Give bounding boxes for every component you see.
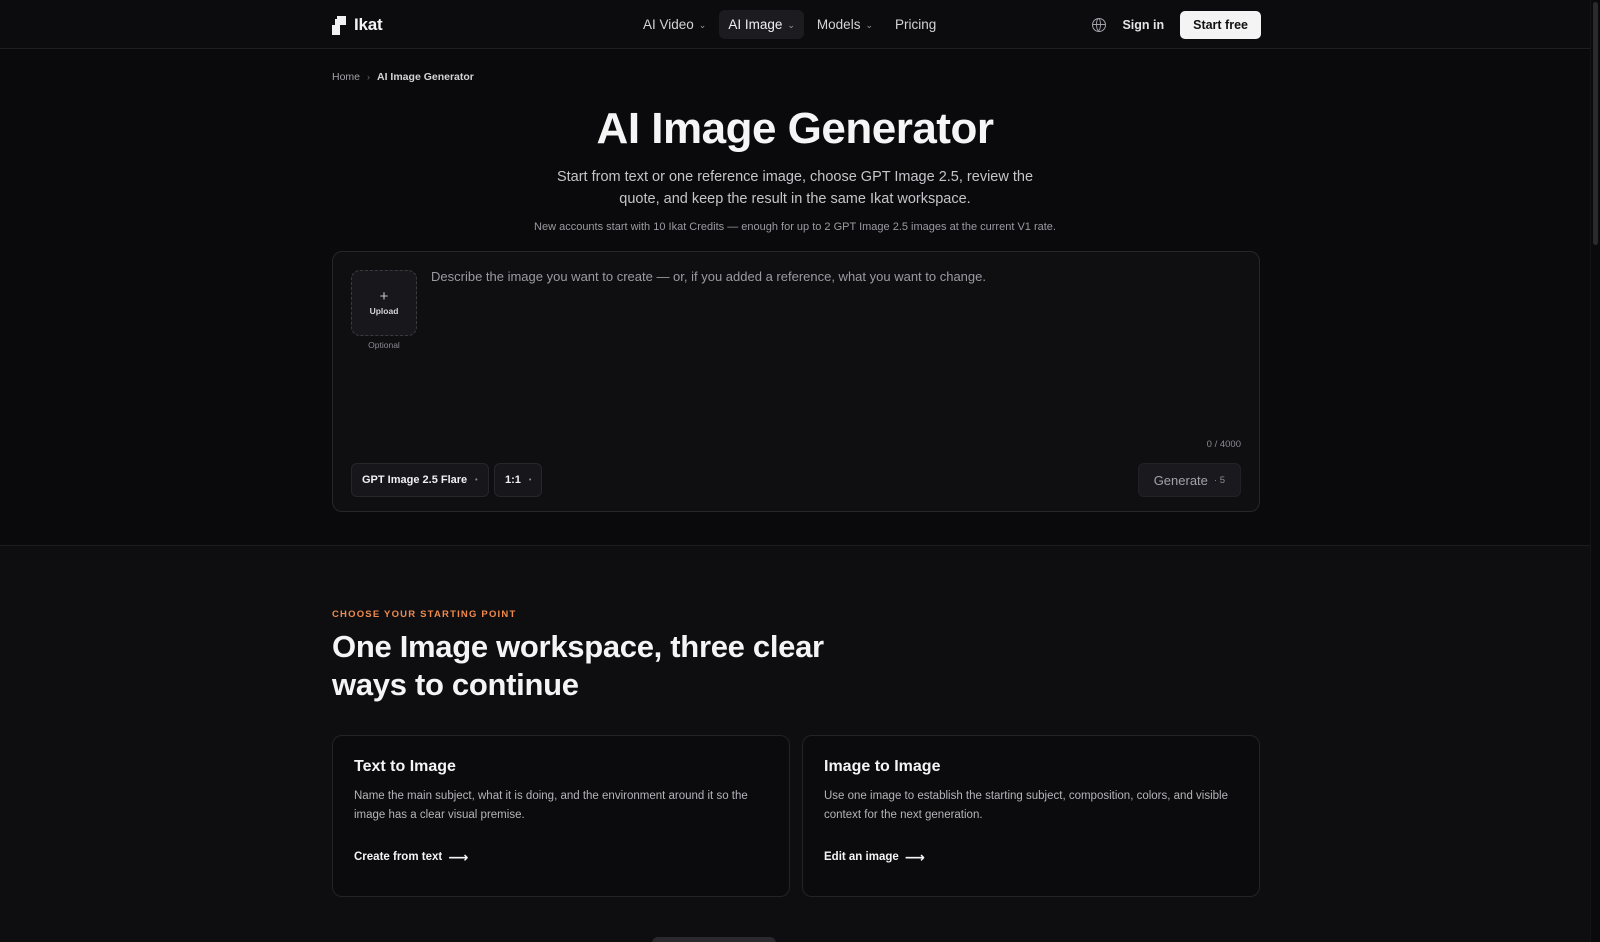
section-eyebrow: CHOOSE YOUR STARTING POINT [332,609,517,620]
generate-cost-value: 5 [1219,474,1225,486]
aspect-ratio-select[interactable]: 1:1 • [494,463,543,497]
page-scrollbar[interactable] [1590,0,1600,942]
starting-point-section [0,546,1590,942]
logo-text: Ikat [354,15,383,34]
scrollbar-thumb[interactable] [1593,2,1598,245]
chevron-down-icon: ⌄ [698,20,707,30]
character-counter: 0 / 4000 [1206,439,1241,450]
card-image-to-image[interactable]: Image to Image Use one image to establis… [802,735,1260,897]
nav-ai-video[interactable]: AI Video ⌄ [634,10,715,39]
card-body: Name the main subject, what it is doing,… [354,790,748,821]
generate-cost: · 5 [1213,474,1225,486]
nav-pricing[interactable]: Pricing [886,10,945,39]
create-from-text-link[interactable]: Create from text ⟶ [354,849,469,865]
hero-subtitle: Start from text or one reference image, … [556,169,1034,207]
nav-ai-video-label: AI Video [643,17,694,32]
section-title: One Image workspace, three clear ways to… [332,629,824,702]
top-nav-bar: Ikat AI Video ⌄ AI Image ⌄ Models ⌄ Pric… [0,0,1590,49]
nav-ai-image-label: AI Image [728,17,783,32]
nav-pricing-label: Pricing [895,17,937,32]
chevron-right-icon: › [367,72,371,82]
nav-ai-image[interactable]: AI Image ⌄ [719,10,804,39]
page: Ikat AI Video ⌄ AI Image ⌄ Models ⌄ Pric… [0,0,1600,942]
card-link-label: Edit an image [824,851,899,863]
model-select-value: GPT Image 2.5 Flare [362,474,468,486]
upload-label: Upload [369,306,399,316]
breadcrumb: Home › AI Image Generator [332,71,474,83]
globe-icon[interactable] [1092,18,1107,32]
card-body: Use one image to establish the starting … [824,790,1228,821]
breadcrumb-current: AI Image Generator [377,71,474,83]
chevron-down-icon: • [528,476,532,484]
page-title: AI Image Generator [596,104,994,153]
image-composer: + Upload Optional 0 / 4000 GPT Image 2.5… [332,251,1260,512]
plus-icon: + [379,288,389,305]
sign-in-link[interactable]: Sign in [1122,18,1164,32]
model-select[interactable]: GPT Image 2.5 Flare • [351,463,489,497]
prompt-input[interactable] [431,269,1231,429]
nav-models[interactable]: Models ⌄ [808,10,882,39]
start-free-button[interactable]: Start free [1180,11,1261,39]
card-text-to-image[interactable]: Text to Image Name the main subject, wha… [332,735,790,897]
chevron-down-icon: ⌄ [865,20,873,30]
upload-hint: Optional [368,340,400,350]
nav-models-label: Models [816,17,861,32]
breadcrumb-home[interactable]: Home [332,71,360,83]
logo[interactable]: Ikat [332,15,383,35]
chevron-down-icon: • [475,476,478,484]
upload-button[interactable]: + Upload [351,270,417,336]
arrow-right-icon: ⟶ [448,849,469,865]
header-actions: Sign in Start free [1092,11,1261,39]
edit-an-image-link[interactable]: Edit an image ⟶ [824,849,925,865]
generate-button[interactable]: Generate · 5 [1137,463,1241,497]
aspect-ratio-value: 1:1 [505,474,521,486]
card-title: Text to Image [354,758,456,775]
ikat-logo-icon [332,15,346,35]
card-link-label: Create from text [354,851,443,863]
chevron-down-icon: ⌄ [787,20,795,30]
arrow-right-icon: ⟶ [904,849,925,865]
card-title: Image to Image [824,758,941,775]
generate-label: Generate [1153,472,1208,488]
credits-note: New accounts start with 10 Ikat Credits … [534,221,1056,233]
floating-pill[interactable] [652,937,776,942]
main-nav: AI Video ⌄ AI Image ⌄ Models ⌄ Pricing [634,10,945,39]
